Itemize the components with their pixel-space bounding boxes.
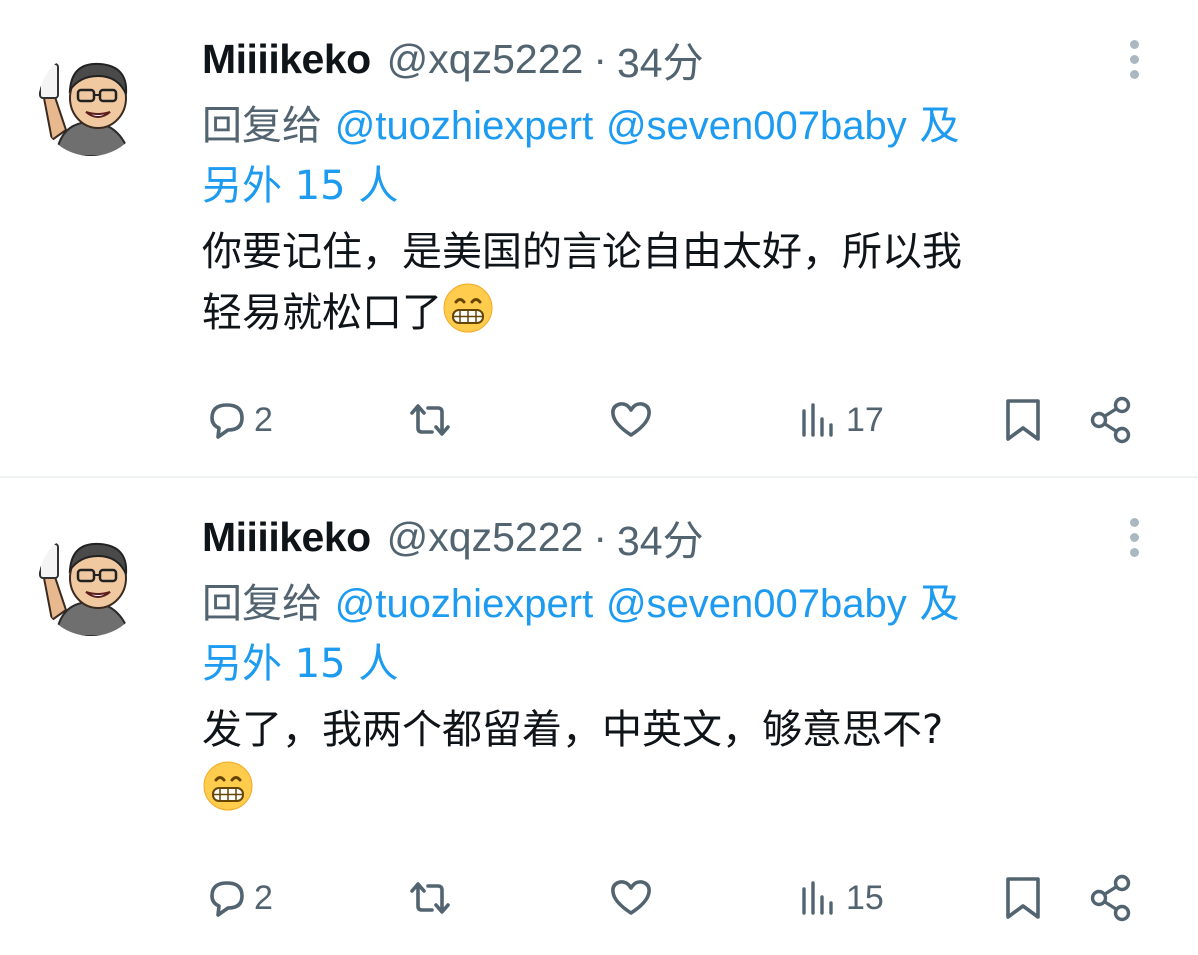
analytics-icon xyxy=(802,403,833,437)
reply-context: 回复给 @tuozhiexpert @seven007baby 及 另外 15 … xyxy=(202,96,1142,216)
user-handle[interactable]: @xqz5222 xyxy=(387,36,584,83)
bookmark-button[interactable] xyxy=(1000,392,1046,448)
bookmark-icon xyxy=(1006,399,1040,441)
others-link[interactable]: 另外 15 人 xyxy=(202,163,398,209)
mention-link[interactable]: @seven007baby xyxy=(606,582,907,626)
mention-link[interactable]: @seven007baby xyxy=(606,104,907,148)
retweet-icon xyxy=(410,404,450,436)
reply-and-label: 及 xyxy=(919,103,960,149)
analytics-icon xyxy=(802,881,833,915)
bookmark-button[interactable] xyxy=(1000,870,1046,926)
like-button[interactable] xyxy=(606,870,660,926)
more-options-icon[interactable] xyxy=(1130,518,1140,558)
tweet[interactable]: Miiiikeko @xqz5222 · 34分 回复给 @tuozhiexpe… xyxy=(0,478,1198,955)
reply-count: 2 xyxy=(254,878,273,917)
view-count: 15 xyxy=(846,878,884,917)
bookmark-icon xyxy=(1006,877,1040,919)
tweet-actions: 2 17 xyxy=(202,392,1142,448)
avatar[interactable] xyxy=(38,50,144,156)
tweet-header: Miiiikeko @xqz5222 · 34分 xyxy=(202,506,1158,568)
separator-dot: · xyxy=(593,513,607,560)
tweet-content: Miiiikeko @xqz5222 · 34分 回复给 @tuozhiexpe… xyxy=(202,506,1158,821)
separator-dot: · xyxy=(593,35,607,82)
display-name[interactable]: Miiiikeko xyxy=(202,514,371,561)
like-button[interactable] xyxy=(606,392,660,448)
grinning-face-icon xyxy=(203,761,253,811)
tweet-text: 发了，我两个都留着，中英文，够意思不? xyxy=(202,700,1132,821)
views-button[interactable]: 17 xyxy=(798,392,884,448)
tweet-text-line: 轻易就松口了 xyxy=(202,290,442,336)
tweet-text-line: 发了，我两个都留着，中英文，够意思不? xyxy=(202,707,944,753)
share-button[interactable] xyxy=(1086,870,1138,926)
grinning-face-icon xyxy=(443,283,493,333)
avatar[interactable] xyxy=(38,530,144,636)
tweet-actions: 2 15 xyxy=(202,870,1142,926)
reply-context: 回复给 @tuozhiexpert @seven007baby 及 另外 15 … xyxy=(202,574,1142,694)
reply-to-label: 回复给 xyxy=(202,581,322,627)
timestamp[interactable]: 34分 xyxy=(617,507,704,567)
share-button[interactable] xyxy=(1086,392,1138,448)
tweet-text: 你要记住，是美国的言论自由太好，所以我 轻易就松口了 xyxy=(202,222,1132,343)
retweet-icon xyxy=(410,882,450,914)
mention-link[interactable]: @tuozhiexpert xyxy=(335,582,594,626)
mention-link[interactable]: @tuozhiexpert xyxy=(335,104,594,148)
others-link[interactable]: 另外 15 人 xyxy=(202,641,398,687)
reply-icon xyxy=(210,881,244,917)
reply-and-label: 及 xyxy=(919,581,960,627)
tweet-text-line: 你要记住，是美国的言论自由太好，所以我 xyxy=(202,229,962,275)
tweet[interactable]: Miiiikeko @xqz5222 · 34分 回复给 @tuozhiexpe… xyxy=(0,0,1198,478)
tweet-header: Miiiikeko @xqz5222 · 34分 xyxy=(202,28,1158,90)
reply-icon xyxy=(210,403,244,439)
view-count: 17 xyxy=(846,400,884,439)
views-button[interactable]: 15 xyxy=(798,870,884,926)
tweet-content: Miiiikeko @xqz5222 · 34分 回复给 @tuozhiexpe… xyxy=(202,28,1158,343)
retweet-button[interactable] xyxy=(402,392,462,448)
reply-button[interactable]: 2 xyxy=(204,870,273,926)
timestamp[interactable]: 34分 xyxy=(617,29,704,89)
share-icon xyxy=(1090,874,1131,922)
more-options-icon[interactable] xyxy=(1130,40,1140,80)
retweet-button[interactable] xyxy=(402,870,462,926)
display-name[interactable]: Miiiikeko xyxy=(202,36,371,83)
heart-icon xyxy=(611,402,651,437)
user-handle[interactable]: @xqz5222 xyxy=(387,514,584,561)
heart-icon xyxy=(611,880,651,915)
reply-to-label: 回复给 xyxy=(202,103,322,149)
reply-count: 2 xyxy=(254,400,273,439)
share-icon xyxy=(1090,396,1131,444)
reply-button[interactable]: 2 xyxy=(204,392,273,448)
